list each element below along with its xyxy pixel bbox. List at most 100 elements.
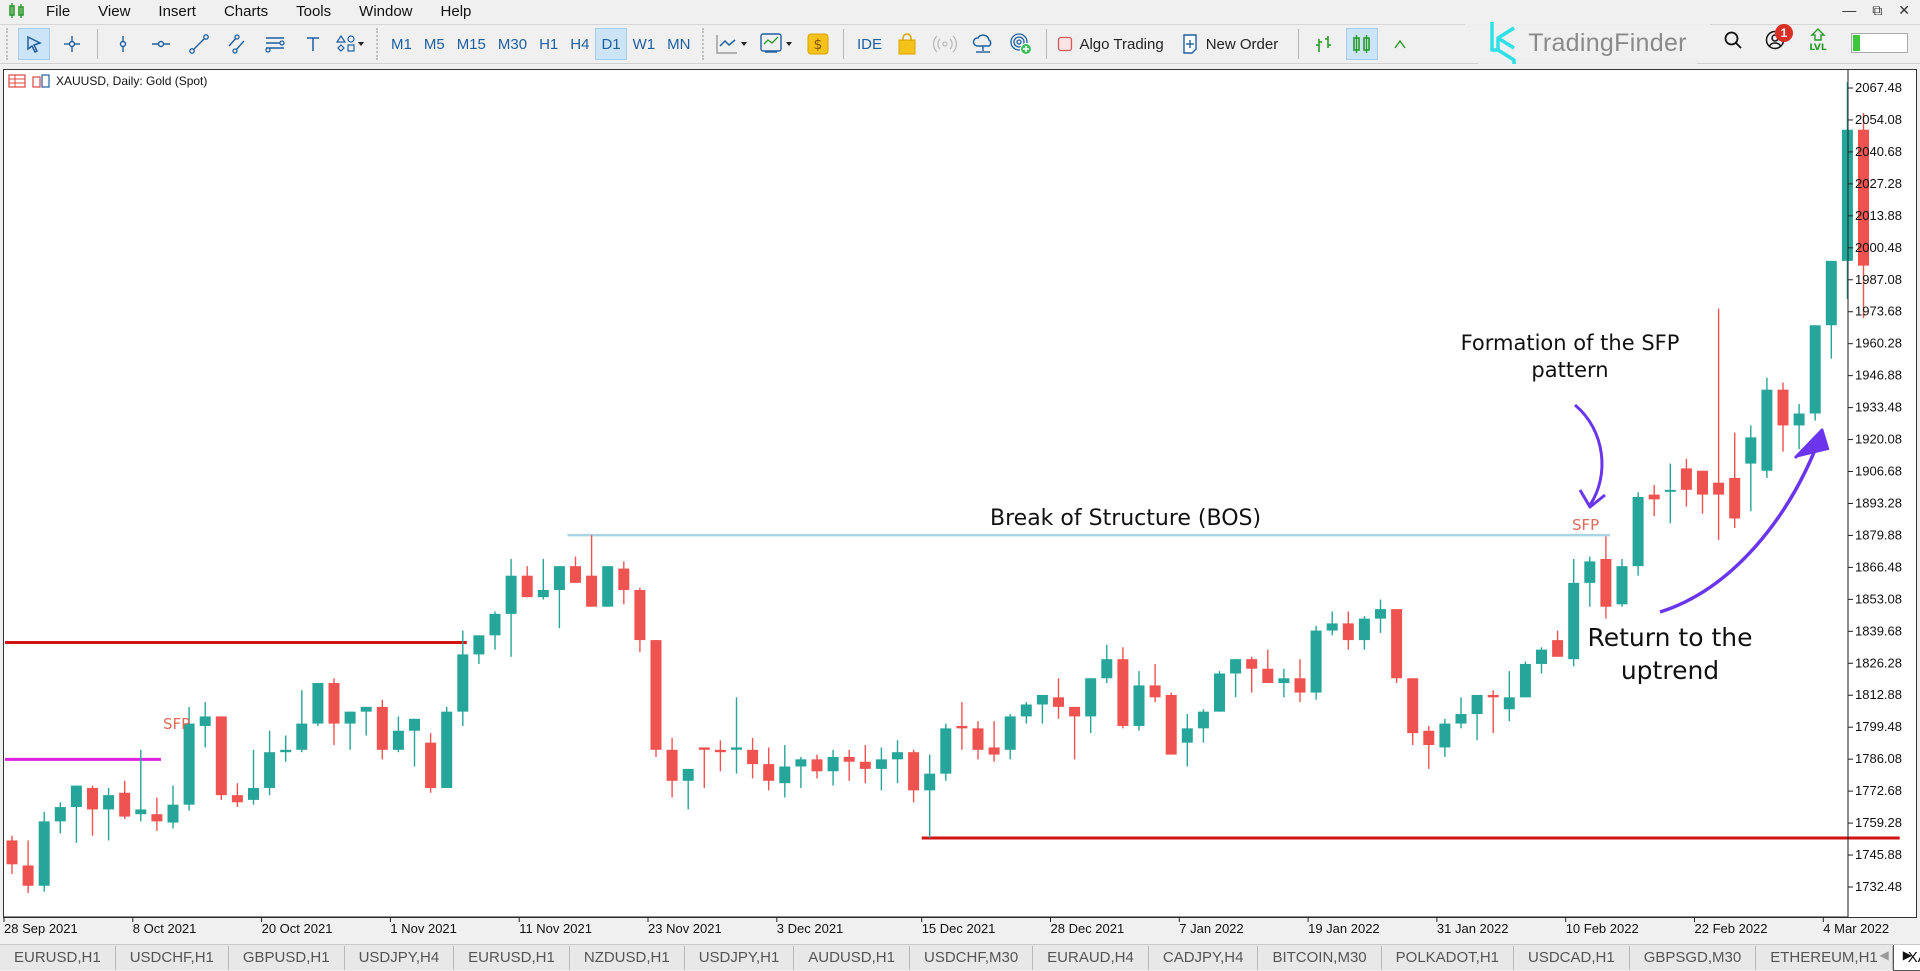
candle-body <box>1020 704 1032 717</box>
chart-tab[interactable]: EURAUD,H4 <box>1033 945 1149 970</box>
bearish-candle <box>811 754 823 779</box>
candle-body <box>924 773 936 791</box>
candle-body <box>1391 609 1403 679</box>
bullish-candle <box>875 747 887 791</box>
chart-tab[interactable]: NZDUSD,H1 <box>570 945 685 970</box>
price-tick-label: 1826.28 <box>1855 655 1902 670</box>
bearish-candle <box>650 640 662 757</box>
candle-body <box>231 795 243 803</box>
chart-tab[interactable]: USDJPY,H1 <box>685 945 795 970</box>
bullish-candle <box>489 611 501 650</box>
price-tick-label: 1933.48 <box>1855 400 1902 415</box>
candle-body <box>1085 678 1097 717</box>
chart-symbol-label: XAUUSD, Daily: Gold (Spot) <box>56 74 208 88</box>
bearish-candle <box>714 740 726 772</box>
candle-body <box>698 747 710 750</box>
tab-scroll-controls: ◀ ▶ <box>1880 948 1912 962</box>
chart-tab[interactable]: USDJPY,H4 <box>345 945 455 970</box>
bullish-candle <box>38 811 50 892</box>
time-tick-label: 11 Nov 2021 <box>519 921 592 936</box>
candle-body <box>1326 623 1338 631</box>
bearish-candle <box>1648 485 1660 517</box>
bullish-candle <box>505 559 517 657</box>
bullish-candle <box>1181 714 1193 767</box>
price-tick-label: 1893.28 <box>1855 495 1902 510</box>
price-chart[interactable]: 2067.48 2054.08 2040.68 2027.28 2013.88 2000.… <box>0 0 1920 944</box>
bullish-candle <box>1632 492 1644 576</box>
bullish-candle <box>553 566 565 629</box>
bearish-candle <box>1777 382 1789 452</box>
candle-body <box>1600 559 1612 607</box>
price-tick-label: 1920.08 <box>1855 432 1902 447</box>
candle-body <box>1455 714 1467 724</box>
bearish-candle <box>666 737 678 798</box>
candle-body <box>747 749 759 765</box>
candle-body <box>1536 649 1547 664</box>
bearish-candle <box>1407 678 1419 746</box>
candle-body <box>54 807 66 822</box>
bullish-candle <box>1326 611 1338 636</box>
price-tick-label: 2027.28 <box>1855 176 1902 191</box>
time-tick-label: 15 Dec 2021 <box>922 921 996 936</box>
candle-body <box>328 683 340 724</box>
candle-body <box>521 575 533 598</box>
tab-scroll-right-icon[interactable]: ▶ <box>1903 948 1912 962</box>
bullish-candle <box>1745 425 1757 512</box>
time-tick-label: 23 Nov 2021 <box>648 921 722 936</box>
chart-window-icon <box>32 74 50 88</box>
candle-body <box>956 725 968 729</box>
candle-body <box>1004 716 1016 750</box>
bearish-candle <box>843 749 855 781</box>
bullish-candle <box>1230 659 1242 698</box>
bos-annotation: Break of Structure (BOS) <box>990 506 1262 531</box>
price-tick-label: 1946.88 <box>1855 368 1902 383</box>
bullish-candle <box>312 683 324 726</box>
bullish-candle <box>537 559 549 600</box>
price-tick-label: 2000.48 <box>1855 240 1902 255</box>
candle-body <box>682 768 694 781</box>
bearish-candle <box>1342 611 1354 650</box>
candle-body <box>1697 470 1708 495</box>
chart-tab[interactable]: ETHEREUM,H1 <box>1756 945 1893 970</box>
candle-body <box>1053 697 1064 707</box>
bearish-candle <box>908 749 920 803</box>
candle-body <box>151 814 163 822</box>
bullish-candle <box>779 745 791 798</box>
bearish-candle <box>1262 649 1274 684</box>
price-tick-label: 1906.68 <box>1855 464 1902 479</box>
candle-body <box>1181 728 1193 743</box>
chart-tab[interactable]: USDCHF,H1 <box>116 945 229 970</box>
candle-body <box>892 752 903 760</box>
candle-body <box>666 749 678 781</box>
chart-tab[interactable]: EURUSD,H1 <box>0 945 116 970</box>
bullish-candle <box>1133 671 1145 731</box>
chart-tab[interactable]: EURUSD,H1 <box>454 945 570 970</box>
candle-body <box>119 792 131 817</box>
chart-tab[interactable]: BITCOIN,M30 <box>1258 945 1382 970</box>
bearish-candle <box>1600 536 1612 619</box>
bearish-candle <box>1680 458 1692 507</box>
bearish-candle <box>425 733 437 793</box>
chart-tab[interactable]: POLKADOT,H1 <box>1382 945 1515 970</box>
bearish-candle <box>215 716 227 800</box>
chart-tab[interactable]: CADJPY,H4 <box>1149 945 1259 970</box>
price-tick-label: 1772.68 <box>1855 783 1902 798</box>
chart-tab[interactable]: GBPSGD,M30 <box>1630 945 1757 970</box>
time-tick-label: 1 Nov 2021 <box>390 921 457 936</box>
bullish-candle <box>1519 661 1531 698</box>
candle-body <box>6 840 18 865</box>
time-axis: 28 Sep 2021 8 Oct 2021 20 Oct 2021 1 Nov 20… <box>3 916 1889 936</box>
candle-body <box>22 865 34 886</box>
candle-body <box>280 749 292 753</box>
candle-body <box>570 566 581 583</box>
candle-body <box>1632 496 1644 567</box>
chart-tab[interactable]: USDCHF,M30 <box>910 945 1034 970</box>
bullish-candle <box>264 730 276 796</box>
chart-tab[interactable]: USDCAD,H1 <box>1514 945 1630 970</box>
chart-tab[interactable]: GBPUSD,H1 <box>229 945 345 970</box>
bullish-candle <box>1825 260 1837 359</box>
bullish-candle <box>795 756 807 788</box>
chart-tab[interactable]: AUDUSD,H1 <box>794 945 910 970</box>
tab-scroll-left-icon[interactable]: ◀ <box>1880 948 1889 962</box>
candle-body <box>344 711 356 724</box>
